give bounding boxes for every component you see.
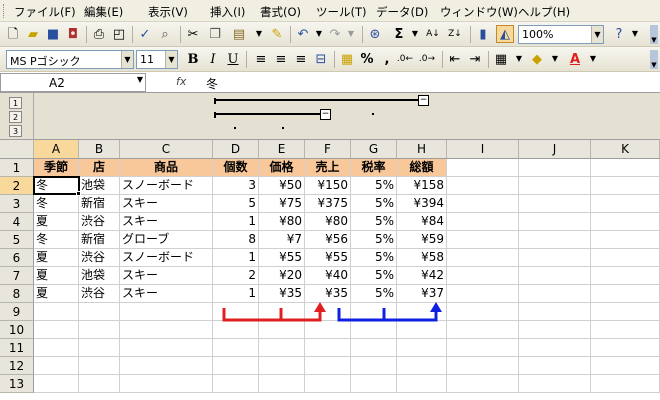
bold-button[interactable]: B — [184, 50, 202, 68]
open-folder-icon[interactable]: ▰ — [24, 25, 42, 43]
name-box-value: A2 — [49, 76, 65, 90]
percent-button[interactable]: % — [358, 50, 376, 68]
outline-level-3-button[interactable]: 3 — [9, 125, 22, 137]
outline-group-level1 — [214, 99, 418, 101]
formatting-toolbar: MS Pゴシック ▼ 11 ▼ B I U ≡ ≡ ≡ ⊟ ▦ % , .0← .0… — [0, 47, 660, 72]
formula-bar: A2 ▼ fx 冬 — [0, 72, 660, 93]
outline-level-2-button[interactable]: 2 — [9, 111, 22, 123]
increase-indent-icon[interactable]: ⇥ — [466, 50, 484, 68]
blue-bracket-arrow — [337, 302, 442, 322]
font-size-dropdown-icon[interactable]: ▼ — [165, 51, 177, 68]
permission-icon[interactable]: ◘ — [64, 25, 82, 43]
name-box[interactable]: A2 ▼ — [0, 73, 146, 92]
paste-icon[interactable]: ▤ — [230, 25, 248, 43]
merge-center-icon[interactable]: ⊟ — [312, 50, 330, 68]
function-icon[interactable]: fx — [176, 75, 186, 88]
red-bracket-arrow — [222, 302, 326, 322]
annotation-arrows — [222, 302, 442, 322]
menu-tools[interactable]: ツール(T) — [316, 4, 367, 20]
standard-toolbar: 🗋 ▰ ■ ◘ ⎙ ◰ ✓ ⌕ ✂ ❐ ▤ ▼ ✎ ↶ ▼ ↷ ▼ ⊛ Σ ▼ … — [0, 22, 660, 47]
align-left-icon[interactable]: ≡ — [252, 50, 270, 68]
outline-collapse-level2-button[interactable]: − — [320, 109, 331, 120]
italic-button[interactable]: I — [204, 50, 222, 68]
font-name-dropdown-icon[interactable]: ▼ — [121, 51, 133, 68]
increase-decimal-icon[interactable]: .0← — [396, 50, 414, 68]
menu-file[interactable]: ファイル(F) — [14, 4, 76, 20]
redo-dropdown-icon[interactable]: ▼ — [342, 25, 360, 43]
formula-input[interactable]: 冬 — [206, 75, 218, 92]
decrease-indent-icon[interactable]: ⇤ — [446, 50, 464, 68]
worksheet-grid: A B C D E F G H I J K 1 2 3 4 5 6 7 8 9 10 11 12 13 … — [0, 140, 660, 400]
new-file-icon[interactable]: 🗋 — [4, 25, 22, 43]
help-dropdown-icon[interactable]: ▼ — [626, 25, 644, 43]
save-icon[interactable]: ■ — [44, 25, 62, 43]
menu-help[interactable]: ヘルプ(H) — [518, 4, 570, 20]
format-painter-icon[interactable]: ✎ — [268, 25, 286, 43]
comma-style-icon[interactable]: , — [378, 50, 396, 68]
spelling-icon[interactable]: ✓ — [136, 25, 154, 43]
menu-edit[interactable]: 編集(E) — [84, 4, 123, 20]
copy-icon[interactable]: ❐ — [206, 25, 224, 43]
fill-color-icon[interactable]: ◆ — [528, 50, 546, 68]
hyperlink-icon[interactable]: ⊛ — [366, 25, 384, 43]
research-icon[interactable]: ⌕ — [156, 25, 174, 43]
align-center-icon[interactable]: ≡ — [272, 50, 290, 68]
zoom-value: 100% — [522, 28, 554, 41]
toolbar-options-icon[interactable]: ▼ — [650, 25, 658, 44]
zoom-select[interactable]: 100% ▼ — [518, 25, 604, 44]
chart-wizard-icon[interactable]: ▮ — [474, 25, 492, 43]
font-size-select[interactable]: 11 ▼ — [136, 50, 178, 69]
align-right-icon[interactable]: ≡ — [292, 50, 310, 68]
fill-color-dropdown-icon[interactable]: ▼ — [546, 50, 564, 68]
sort-ascending-icon[interactable]: A↓ — [424, 25, 442, 43]
decrease-decimal-icon[interactable]: .0→ — [418, 50, 436, 68]
name-box-dropdown-icon[interactable]: ▼ — [137, 75, 143, 84]
menu-view[interactable]: 表示(V) — [148, 4, 188, 20]
borders-icon[interactable]: ▦ — [492, 50, 510, 68]
paste-dropdown-icon[interactable]: ▼ — [250, 25, 268, 43]
drawing-icon[interactable]: ◭ — [496, 25, 514, 43]
font-name-select[interactable]: MS Pゴシック ▼ — [6, 50, 134, 69]
menu-grip — [3, 4, 6, 18]
outline-area: 1 2 3 − − — [0, 93, 660, 140]
font-color-dropdown-icon[interactable]: ▼ — [584, 50, 602, 68]
cut-icon[interactable]: ✂ — [184, 25, 202, 43]
autosum-dropdown-icon[interactable]: ▼ — [406, 25, 424, 43]
outline-group-level2 — [214, 113, 320, 115]
menu-data[interactable]: データ(D) — [376, 4, 428, 20]
underline-button[interactable]: U — [224, 50, 242, 68]
zoom-dropdown-icon[interactable]: ▼ — [591, 26, 603, 43]
menu-window[interactable]: ウィンドウ(W) — [440, 4, 518, 20]
font-size-value: 11 — [140, 53, 154, 66]
outline-collapse-level1-button[interactable]: − — [418, 95, 429, 106]
menu-insert[interactable]: 挿入(I) — [210, 4, 245, 20]
font-color-icon[interactable]: A — [566, 50, 584, 68]
format-toolbar-options-icon[interactable]: ▼ — [650, 50, 658, 69]
borders-dropdown-icon[interactable]: ▼ — [510, 50, 528, 68]
currency-icon[interactable]: ▦ — [338, 50, 356, 68]
menu-format[interactable]: 書式(O) — [260, 4, 301, 20]
sort-descending-icon[interactable]: Z↓ — [446, 25, 464, 43]
outline-level-1-button[interactable]: 1 — [9, 97, 22, 109]
print-preview-icon[interactable]: ◰ — [110, 25, 128, 43]
menu-bar: ファイル(F) 編集(E) 表示(V) 挿入(I) 書式(O) ツール(T) デ… — [0, 0, 660, 22]
font-name-value: MS Pゴシック — [10, 55, 81, 68]
print-icon[interactable]: ⎙ — [90, 25, 108, 43]
